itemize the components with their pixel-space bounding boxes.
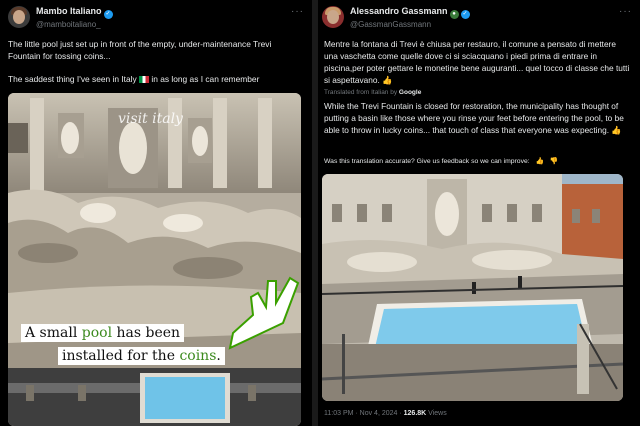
more-options-button[interactable]: ··· [619,6,632,17]
trevi-fountain-photo [8,93,301,426]
more-options-button[interactable]: ··· [291,6,304,17]
thumbs-down-feedback-button[interactable]: 👎 [550,157,558,165]
caption-text-2a: installed for the [62,348,180,364]
tweet-image[interactable] [322,174,623,401]
caption-text-1a: A small [25,325,82,341]
tweet-header: Mambo Italiano ✓ @mamboitaliano_ ··· [8,6,304,32]
caption-box-2: installed for the coins. [58,347,225,365]
avatar[interactable] [322,6,344,28]
translation-attribution: Translated from Italian by Google [324,89,421,96]
caption-highlight-pool: pool [81,325,113,341]
display-name[interactable]: Mambo Italiano [36,6,102,16]
tweet-left: Mambo Italiano ✓ @mamboitaliano_ ··· The … [0,0,312,426]
text-after-flag: in as long as I can remember [151,74,260,84]
verified-check-icon: ✓ [460,10,470,19]
views-label: Views [426,410,447,417]
google-logo: Google [398,89,422,96]
caption-text-2b: . [216,348,221,364]
avatar[interactable] [8,6,30,28]
caption-text-1b: has been [112,325,181,341]
views-count: 126.8K [403,410,427,417]
tweet-meta: 11:03 PM · Nov 4, 2024 · 126.8K Views [324,410,447,417]
trevi-pool-photo [322,174,623,401]
translated-label: Translated from Italian by [324,89,398,96]
caption-highlight-coins: coins [179,348,217,364]
watermark-logo: visit italy [118,111,183,127]
author-names: Alessandro Gassmann ● ✓ @GassmanGassmann [350,6,470,30]
tweet-text: The little pool just set up in front of … [8,39,272,61]
verified-badge-icon: ● [449,10,459,19]
thumbs-up-icon: 👍 [382,75,393,85]
timestamp[interactable]: 11:03 PM · Nov 4, 2024 · [324,410,404,417]
feedback-prompt: Was this translation accurate? Give us f… [324,158,530,165]
tweet-image[interactable]: visit italy A small pool has been instal… [8,93,301,426]
user-handle[interactable]: @GassmanGassmann [350,19,470,30]
text-before-flag: The saddest thing I've seen in Italy [8,74,137,84]
translated-text-content: While the Trevi Fountain is closed for r… [324,101,624,135]
tweet-text-secondary: The saddest thing I've seen in Italy in … [8,73,302,85]
original-text: Mentre la fontana di Trevi è chiusa per … [324,38,632,86]
author-names: Mambo Italiano ✓ @mamboitaliano_ [36,6,113,30]
original-text-content: Mentre la fontana di Trevi è chiusa per … [324,39,630,85]
verified-badge-icon: ✓ [103,10,113,19]
translation-feedback: Was this translation accurate? Give us f… [324,157,558,165]
tweet-header: Alessandro Gassmann ● ✓ @GassmanGassmann ·… [322,6,632,32]
display-name[interactable]: Alessandro Gassmann [350,6,448,16]
italy-flag-icon [139,76,150,83]
thumbs-up-icon: 👍 [611,125,622,135]
user-handle[interactable]: @mamboitaliano_ [36,19,113,30]
translated-text: While the Trevi Fountain is closed for r… [324,100,632,136]
caption-box-1: A small pool has been [21,324,185,342]
thumbs-up-feedback-button[interactable]: 👍 [536,157,544,165]
